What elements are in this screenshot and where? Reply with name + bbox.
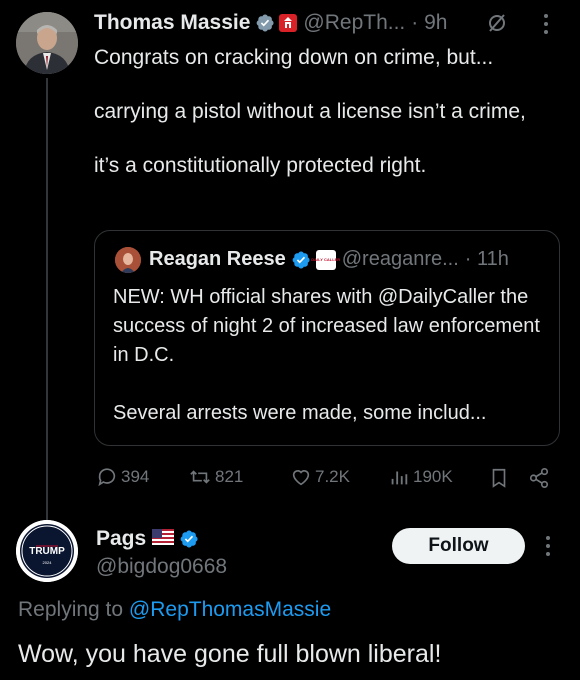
- quoted-tweet-header: Reagan Reese DAILY CALLER @reaganre... ·…: [149, 248, 509, 271]
- thread-connector-line: [46, 78, 48, 520]
- repost-icon: [190, 470, 210, 484]
- avatar-reagan-reese: [115, 247, 141, 273]
- like-count: 7.2K: [315, 467, 350, 486]
- more-icon[interactable]: [541, 12, 551, 36]
- share-icon[interactable]: [528, 467, 550, 489]
- views-count: 190K: [413, 467, 453, 486]
- verified-badge-icon: [180, 530, 198, 548]
- like-button[interactable]: 7.2K: [290, 466, 350, 488]
- avatar-photo: [16, 12, 78, 74]
- avatar-pags[interactable]: TRUMP 2024: [16, 520, 78, 582]
- quoted-author-name: Reagan Reese: [149, 248, 286, 270]
- bookmark-icon[interactable]: [489, 467, 509, 489]
- tweet-action-bar: 394 821 7.2K 190K: [96, 464, 566, 492]
- quoted-tweet-time: · 11h: [464, 248, 509, 270]
- trump-2024-logo: TRUMP 2024: [16, 520, 78, 582]
- replying-to-prefix: Replying to: [18, 598, 124, 621]
- reply-author-name[interactable]: Pags: [96, 527, 146, 551]
- avatar-thomas-massie[interactable]: [16, 12, 78, 74]
- svg-text:TRUMP: TRUMP: [29, 546, 65, 557]
- verified-badge-icon: [257, 14, 274, 32]
- quoted-tweet-body: NEW: WH official shares with @DailyCalle…: [113, 283, 553, 428]
- tweet-time[interactable]: · 9h: [411, 11, 447, 35]
- reply-header: Pags: [96, 527, 199, 551]
- follow-button[interactable]: Follow: [392, 528, 525, 564]
- quoted-author-handle: @reaganre...: [341, 248, 459, 270]
- tweet-paragraph: it’s a constitutionally protected right.: [94, 154, 427, 177]
- tweet-paragraph: carrying a pistol without a license isn’…: [94, 100, 526, 123]
- repost-button[interactable]: 821: [188, 466, 243, 488]
- author-name[interactable]: Thomas Massie: [94, 11, 250, 35]
- quoted-tweet-card[interactable]: Reagan Reese DAILY CALLER @reaganre... ·…: [94, 230, 560, 446]
- quoted-paragraph: NEW: WH official shares with @DailyCalle…: [113, 286, 540, 366]
- reply-count: 394: [121, 467, 150, 486]
- government-badge-icon: [279, 14, 298, 32]
- like-icon: [292, 470, 310, 486]
- tweet-paragraph: Congrats on cracking down on crime, but.…: [94, 46, 494, 69]
- reply-body: Wow, you have gone full blown liberal!: [18, 640, 442, 668]
- reply-icon: [98, 468, 116, 487]
- verified-badge-icon: [292, 251, 310, 268]
- views-button[interactable]: 190K: [388, 466, 453, 488]
- us-flag-icon: [152, 527, 175, 551]
- tweet-body: Congrats on cracking down on crime, but.…: [94, 44, 554, 179]
- reply-author-handle[interactable]: @bigdog0668: [96, 555, 227, 579]
- daily-caller-badge: DAILY CALLER: [311, 249, 340, 270]
- reply-button[interactable]: 394: [96, 466, 149, 488]
- author-handle[interactable]: @RepTh...: [303, 11, 405, 35]
- replying-to-handle-link[interactable]: @RepThomasMassie: [129, 598, 331, 621]
- grok-icon[interactable]: [486, 12, 508, 34]
- tweet-header: Thomas Massie @RepTh... · 9h: [94, 11, 447, 35]
- more-icon[interactable]: [543, 534, 553, 558]
- svg-text:2024: 2024: [43, 560, 53, 565]
- views-icon: [391, 471, 408, 485]
- replying-to-line: Replying to @RepThomasMassie: [18, 598, 331, 622]
- repost-count: 821: [215, 467, 244, 486]
- quoted-paragraph: Several arrests were made, some includ..…: [113, 402, 487, 424]
